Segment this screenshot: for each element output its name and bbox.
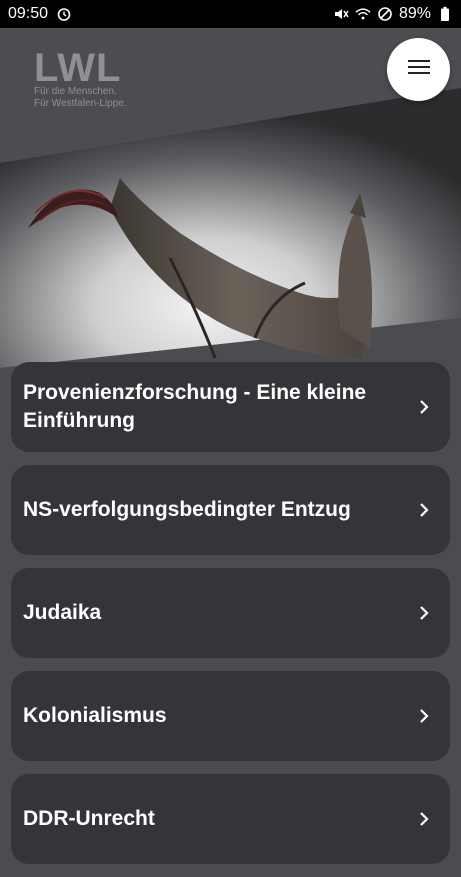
topic-card-ddr-unrecht[interactable]: DDR-Unrecht <box>11 774 450 864</box>
chevron-right-icon <box>416 605 432 621</box>
mute-icon <box>333 6 349 22</box>
battery-percentage: 89% <box>398 5 431 22</box>
lwl-logo-mark: LWL <box>34 46 122 90</box>
battery-icon <box>437 6 453 22</box>
do-not-disturb-icon <box>377 6 393 22</box>
topic-card-ns-entzug[interactable]: NS-verfolgungsbedingter Entzug <box>11 465 450 555</box>
status-bar: 09:50 89% <box>0 0 461 28</box>
menu-button[interactable] <box>387 38 450 101</box>
topic-card-kolonialismus[interactable]: Kolonialismus <box>11 671 450 761</box>
chevron-right-icon <box>416 399 432 415</box>
topic-card-provenienzforschung[interactable]: Provenienzforschung - Eine kleine Einfüh… <box>11 362 450 452</box>
chevron-right-icon <box>416 502 432 518</box>
wifi-icon <box>355 6 371 22</box>
status-time: 09:50 <box>8 5 49 22</box>
logo-tagline-1: Für die Menschen. <box>34 86 117 97</box>
topic-card-judaika[interactable]: Judaika <box>11 568 450 658</box>
hamburger-menu-icon <box>407 59 430 80</box>
topic-label: NS-verfolgungsbedingter Entzug <box>23 498 351 521</box>
topic-list: Provenienzforschung - Eine kleine Einfüh… <box>11 362 450 877</box>
timer-icon <box>56 6 72 22</box>
lwl-logo: LWL Für die Menschen. Für Westfalen-Lipp… <box>34 46 127 110</box>
chevron-right-icon <box>416 811 432 827</box>
topic-label: Provenienzforschung - Eine kleine Einfüh… <box>23 381 367 432</box>
chevron-right-icon <box>416 708 432 724</box>
topic-label: Kolonialismus <box>23 704 167 727</box>
topic-label: Judaika <box>23 601 102 624</box>
topic-label: DDR-Unrecht <box>23 807 155 830</box>
logo-tagline-2: Für Westfalen-Lippe. <box>34 98 127 109</box>
